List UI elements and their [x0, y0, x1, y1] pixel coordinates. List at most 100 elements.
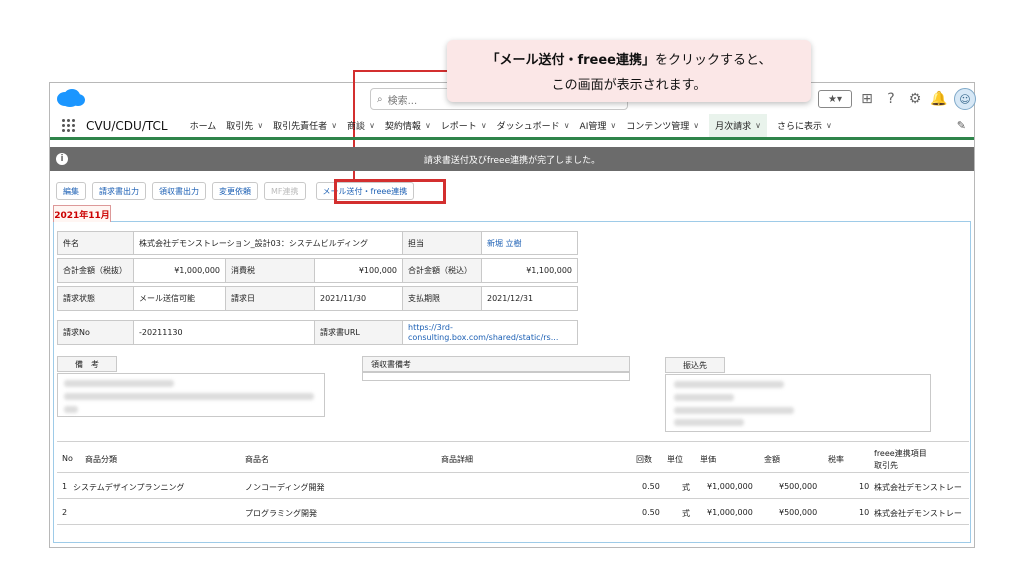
chevron-down-icon[interactable]: ∨ — [693, 121, 699, 130]
cell-tax: 10 — [859, 482, 870, 491]
change-request-button[interactable]: 変更依頼 — [212, 182, 258, 200]
callout-text-2: この画面が表示されます。 — [551, 78, 707, 93]
notification-bell-icon[interactable]: 🔔 — [930, 91, 948, 107]
nav-item[interactable]: 契約情報 ∨ — [385, 119, 431, 132]
nav-item-label: レポート — [440, 122, 477, 132]
tax-value: ¥100,000 — [314, 258, 403, 283]
salesforce-logo-icon[interactable] — [56, 88, 86, 108]
col-product: 商品名 — [245, 455, 269, 464]
tab-month[interactable]: 2021年11月 — [53, 205, 111, 222]
tax-label: 消費税 — [225, 258, 315, 283]
billing-date-label: 請求日 — [225, 286, 315, 311]
invoice-url-link[interactable]: https://3rd- consulting.box.com/shared/s… — [402, 320, 578, 345]
chevron-down-icon[interactable]: ∨ — [610, 121, 616, 130]
nav-item-label: 商談 — [347, 122, 366, 132]
nav-item[interactable]: レポート ∨ — [441, 119, 487, 132]
cell-qty: 0.50 — [642, 482, 660, 491]
nav-item[interactable]: 取引先 ∨ — [226, 119, 263, 132]
total-in-label: 合計金額（税込） — [402, 258, 482, 283]
success-toast: i 請求書送付及びfreee連携が完了しました。 — [50, 147, 974, 171]
table-row: 1 システムデザインプランニング ノンコーディング開発 0.50 式 ¥1,00… — [57, 473, 969, 499]
total-ex-value: ¥1,000,000 — [133, 258, 226, 283]
cell-tax: 10 — [859, 508, 870, 517]
status-label: 請求状態 — [57, 286, 134, 311]
avatar[interactable]: ☺ — [954, 88, 976, 110]
chevron-down-icon[interactable]: ∨ — [755, 121, 761, 130]
invoice-output-button[interactable]: 請求書出力 — [92, 182, 146, 200]
subject-value: 株式会社デモンストレーション_設計03：システムビルディング — [133, 231, 403, 255]
receipt-remarks-box — [362, 372, 630, 381]
nav-item-label: コンテンツ管理 — [626, 122, 690, 132]
nav-item[interactable]: 取引先責任者 ∨ — [273, 119, 337, 132]
col-amount: 金額 — [764, 455, 780, 464]
nav-item[interactable]: コンテンツ管理 ∨ — [626, 119, 699, 132]
owner-label: 担当 — [402, 231, 482, 255]
invoice-no-label: 請求No — [57, 320, 134, 345]
edit-nav-pencil-icon[interactable]: ✎ — [957, 119, 966, 132]
nav-item[interactable]: ホーム — [190, 119, 217, 132]
app-name: CVU/CDU/TCL — [86, 118, 168, 133]
cell-unit: 式 — [682, 483, 690, 492]
search-placeholder: 検索... — [387, 95, 418, 107]
chevron-down-icon[interactable]: ∨ — [564, 121, 570, 130]
col-no: No — [62, 454, 73, 463]
chevron-down-icon[interactable]: ∨ — [331, 121, 337, 130]
col-unit: 単位 — [667, 455, 683, 464]
cell-amount: ¥500,000 — [779, 482, 818, 491]
nav-item-label: 契約情報 — [384, 122, 421, 132]
add-icon[interactable]: ⊞ — [858, 91, 876, 107]
callout-emphasis: 「メール送付・freee連携」 — [486, 53, 656, 68]
receipt-output-button[interactable]: 領収書出力 — [152, 182, 206, 200]
table-header-row: No 商品分類 商品名 商品詳細 回数 単位 単価 金額 税率 freee連携項… — [57, 441, 969, 473]
col-price: 単価 — [700, 455, 716, 464]
table-row: 2 プログラミング開発 0.50 式 ¥1,000,000 ¥500,000 1… — [57, 499, 969, 525]
nav-item[interactable]: 商談 ∨ — [347, 119, 375, 132]
total-ex-label: 合計金額（税抜） — [57, 258, 134, 283]
invoice-url-label: 請求書URL — [314, 320, 403, 345]
remarks-box — [57, 373, 325, 417]
col-detail: 商品詳細 — [441, 455, 473, 464]
chevron-down-icon[interactable]: ∨ — [425, 121, 431, 130]
subject-label: 件名 — [57, 231, 134, 255]
cell-product: ノンコーディング開発 — [245, 483, 325, 492]
status-value: メール送信可能 — [133, 286, 226, 311]
edit-button[interactable]: 編集 — [56, 182, 86, 200]
favorites-icon[interactable]: ★▾ — [818, 90, 852, 108]
nav-item-label: ダッシュボード — [496, 122, 560, 132]
col-category: 商品分類 — [85, 455, 117, 464]
due-label: 支払期限 — [402, 286, 482, 311]
nav-item[interactable]: さらに表示 ∨ — [777, 119, 832, 132]
invoice-url-line-1: https://3rd- — [408, 322, 453, 332]
toast-message: 請求書送付及びfreee連携が完了しました。 — [423, 155, 601, 166]
nav-item[interactable]: ダッシュボード ∨ — [497, 119, 570, 132]
app-navigation-bar: CVU/CDU/TCL ホーム 取引先 ∨ 取引先責任者 ∨ 商談 ∨ 契約情報 ∨ レポート ∨ ダ… — [50, 114, 974, 140]
col-freee-sub: 取引先 — [874, 461, 898, 470]
chevron-down-icon[interactable]: ∨ — [257, 121, 263, 130]
col-qty: 回数 — [636, 455, 652, 464]
mf-link-button[interactable]: MF連携 — [264, 182, 306, 200]
cell-product: プログラミング開発 — [245, 509, 317, 518]
chevron-down-icon[interactable]: ∨ — [481, 121, 487, 130]
chevron-down-icon[interactable]: ∨ — [369, 121, 375, 130]
app-launcher-icon[interactable] — [62, 118, 76, 133]
cell-price: ¥1,000,000 — [707, 508, 753, 517]
help-icon[interactable]: ? — [882, 91, 900, 107]
callout-connector — [353, 70, 448, 72]
nav-item[interactable]: 月次請求 ∨ — [709, 114, 767, 137]
nav-item-label: 月次請求 — [715, 122, 752, 132]
cell-no: 2 — [62, 508, 68, 517]
setup-gear-icon[interactable]: ⚙ — [906, 91, 924, 107]
invoice-no-value: -20211130 — [133, 320, 315, 345]
nav-item[interactable]: AI管理 ∨ — [580, 119, 617, 132]
instruction-callout: 「メール送付・freee連携」をクリックすると、 この画面が表示されます。 — [447, 40, 811, 102]
owner-link[interactable]: 新堀 立樹 — [481, 231, 578, 255]
billing-date-value: 2021/11/30 — [314, 286, 403, 311]
nav-item-label: 取引先責任者 — [273, 122, 328, 132]
highlight-box — [334, 179, 446, 204]
chevron-down-icon[interactable]: ∨ — [826, 121, 832, 130]
payee-label: 振込先 — [665, 357, 725, 373]
cell-freee: 株式会社デモンストレー — [874, 509, 962, 518]
due-value: 2021/12/31 — [481, 286, 578, 311]
col-freee: freee連携項目 — [874, 449, 927, 458]
info-icon: i — [56, 153, 68, 165]
